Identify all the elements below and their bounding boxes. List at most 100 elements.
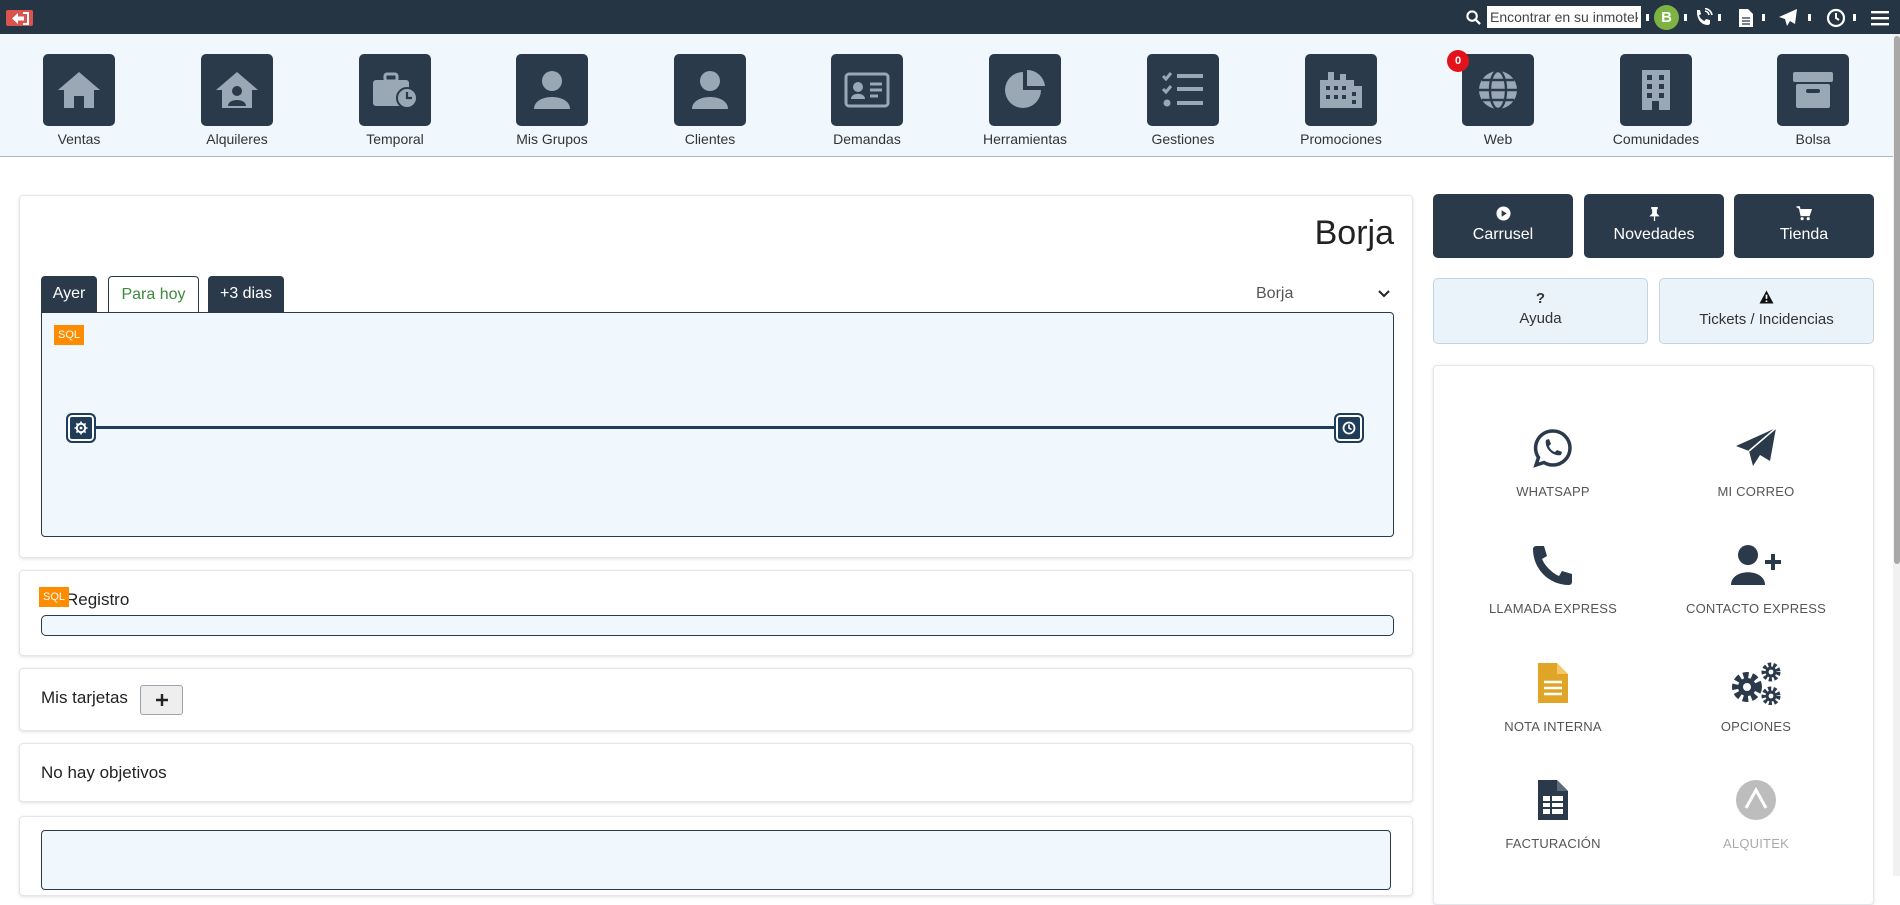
qa-nota-interna[interactable]: NOTA INTERNA xyxy=(1453,657,1653,734)
invoice-icon xyxy=(1538,780,1568,820)
tarjetas-card: Mis tarjetas xyxy=(19,668,1413,731)
sign-out-icon xyxy=(11,11,29,25)
timeline-end-node[interactable] xyxy=(1334,413,1364,443)
separator xyxy=(1762,14,1765,21)
user-select[interactable]: Borja xyxy=(1248,280,1398,308)
nav-clientes[interactable]: Clientes xyxy=(655,54,765,147)
stats-panel xyxy=(41,830,1391,890)
thumbtack-icon xyxy=(1648,206,1660,221)
id-card-icon xyxy=(844,72,890,108)
nav-label: Mis Grupos xyxy=(516,131,588,147)
tab-ayer[interactable]: Ayer xyxy=(41,276,97,312)
qa-label: ALQUITEK xyxy=(1723,836,1789,851)
nav-bolsa[interactable]: Bolsa xyxy=(1758,54,1868,147)
building-icon xyxy=(1642,70,1670,110)
qa-facturacion[interactable]: FACTURACIÓN xyxy=(1453,774,1653,851)
top-bar: B xyxy=(0,0,1900,34)
documents-button[interactable] xyxy=(1736,8,1756,28)
nav-herramientas[interactable]: Herramientas xyxy=(970,54,1080,147)
home-icon xyxy=(58,72,100,108)
chevron-down-icon xyxy=(1378,290,1390,298)
tab-3-dias[interactable]: +3 dias xyxy=(208,276,284,312)
novedades-label: Novedades xyxy=(1613,226,1695,243)
nav-demandas[interactable]: Demandas xyxy=(812,54,922,147)
scrollbar-thumb[interactable] xyxy=(1894,36,1900,564)
tickets-button[interactable]: Tickets / Incidencias xyxy=(1659,278,1874,344)
tickets-label: Tickets / Incidencias xyxy=(1699,311,1834,328)
gear-icon xyxy=(74,421,88,435)
qa-label: MI CORREO xyxy=(1717,484,1795,499)
sql-debug-tag[interactable]: SQL xyxy=(39,587,69,607)
nav-alquileres[interactable]: Alquileres xyxy=(182,54,292,147)
timeline-line xyxy=(86,426,1348,429)
nav-ventas[interactable]: Ventas xyxy=(24,54,134,147)
nav-label: Alquileres xyxy=(206,131,268,147)
nav-temporal[interactable]: Temporal xyxy=(340,54,450,147)
registro-card: Registro SQL xyxy=(19,570,1413,656)
logout-button[interactable] xyxy=(6,10,33,26)
add-card-button[interactable] xyxy=(140,685,183,715)
phone-icon xyxy=(1533,546,1572,585)
nav-label: Temporal xyxy=(366,131,424,147)
checklist-icon xyxy=(1161,72,1203,107)
qa-label: OPCIONES xyxy=(1720,719,1792,734)
paper-plane-icon xyxy=(1736,427,1777,466)
nav-promociones[interactable]: Promociones xyxy=(1286,54,1396,147)
file-text-icon xyxy=(1538,663,1568,703)
nav-gestiones[interactable]: Gestiones xyxy=(1128,54,1238,147)
qa-label: CONTACTO EXPRESS xyxy=(1686,601,1826,616)
history-button[interactable] xyxy=(1826,8,1846,28)
user-select-value: Borja xyxy=(1256,285,1294,302)
novedades-button[interactable]: Novedades xyxy=(1584,194,1724,258)
nav-mis-grupos[interactable]: Mis Grupos xyxy=(497,54,607,147)
archive-icon xyxy=(1793,72,1833,108)
ayuda-button[interactable]: ? Ayuda xyxy=(1433,278,1648,344)
hamburger-icon xyxy=(1871,11,1889,26)
qa-llamada-express[interactable]: LLAMADA EXPRESS xyxy=(1453,539,1653,616)
timeline-panel: SQL xyxy=(41,312,1394,537)
qa-alquitek[interactable]: ALQUITEK xyxy=(1656,774,1856,851)
cart-icon xyxy=(1796,206,1813,221)
paper-plane-icon xyxy=(1779,9,1797,26)
alquitek-logo-icon xyxy=(1736,780,1776,820)
clock-icon xyxy=(1342,421,1356,435)
search-icon[interactable] xyxy=(1466,10,1481,25)
ayuda-label: Ayuda xyxy=(1519,310,1562,327)
qa-opciones[interactable]: OPCIONES xyxy=(1656,657,1856,734)
nav-label: Comunidades xyxy=(1612,131,1700,147)
user-icon xyxy=(534,71,570,109)
nav-label: Clientes xyxy=(684,131,736,147)
nav-comunidades[interactable]: Comunidades xyxy=(1601,54,1711,147)
tienda-button[interactable]: Tienda xyxy=(1734,194,1874,258)
plus-icon xyxy=(155,694,168,706)
tab-para-hoy[interactable]: Para hoy xyxy=(108,276,199,312)
timeline-start-node[interactable] xyxy=(66,413,96,443)
qa-label: LLAMADA EXPRESS xyxy=(1489,601,1617,616)
registro-progress-bar xyxy=(41,615,1394,636)
sql-debug-tag[interactable]: SQL xyxy=(54,325,84,345)
search-input[interactable] xyxy=(1487,6,1641,28)
qa-whatsapp[interactable]: WHATSAPP xyxy=(1453,422,1653,499)
tarjetas-title: Mis tarjetas xyxy=(41,688,128,707)
qa-label: NOTA INTERNA xyxy=(1504,719,1602,734)
qa-contacto-express[interactable]: CONTACTO EXPRESS xyxy=(1656,539,1856,616)
send-button[interactable] xyxy=(1778,8,1798,28)
question-icon: ? xyxy=(1535,290,1546,307)
avatar[interactable]: B xyxy=(1654,5,1679,30)
globe-icon xyxy=(1479,69,1517,111)
clock-icon xyxy=(1826,8,1846,28)
briefcase-clock-icon xyxy=(373,72,418,109)
qa-mi-correo[interactable]: MI CORREO xyxy=(1656,422,1856,499)
module-nav: Ventas Alquileres Temporal Mis Grupos Cl… xyxy=(0,34,1893,157)
web-notification-badge: 0 xyxy=(1447,50,1469,72)
separator xyxy=(1646,14,1649,21)
user-plus-icon xyxy=(1731,545,1781,585)
carrusel-button[interactable]: Carrusel xyxy=(1433,194,1573,258)
menu-button[interactable] xyxy=(1870,8,1890,28)
separator xyxy=(1808,14,1811,21)
phone-calls-button[interactable] xyxy=(1694,8,1714,28)
warning-icon xyxy=(1759,290,1774,304)
objetivos-card: No hay objetivos xyxy=(19,743,1413,802)
house-user-icon xyxy=(216,72,258,108)
nav-label: Web xyxy=(1483,131,1513,147)
